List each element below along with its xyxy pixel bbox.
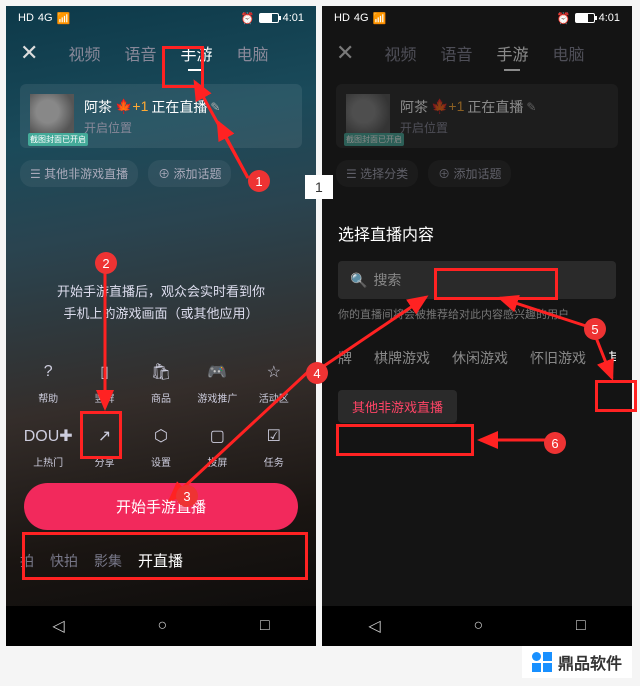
section-title: 选择直播内容 (338, 221, 616, 245)
tab-pc[interactable]: 电脑 (236, 41, 268, 65)
annotation-text: 1 (305, 175, 333, 199)
avatar-badge: 截图封面已开启 (28, 133, 88, 146)
cat-tab-0[interactable]: 牌 (338, 348, 352, 368)
nav-recent-icon[interactable]: □ (576, 617, 586, 635)
dou-icon: DOU✚ (35, 423, 61, 449)
game-icon: 🎮 (204, 359, 230, 385)
search-icon: 🔍 (350, 272, 367, 289)
cast-button[interactable]: ▢投屏 (193, 423, 241, 469)
nav-home-icon[interactable]: ○ (157, 617, 167, 635)
highlight-box-portrait (80, 411, 122, 459)
category-chip[interactable]: ☰ 选择分类 (336, 160, 418, 187)
close-icon[interactable]: ✕ (336, 40, 354, 66)
edit-icon[interactable]: ✎ (210, 100, 220, 114)
icon-row-2: DOU✚上热门↗分享⬡设置▢投屏☑任务 (6, 423, 316, 469)
badge-1: 1 (248, 170, 270, 192)
game-button[interactable]: 🎮游戏推广 (193, 359, 241, 405)
watermark: 鼎品软件 (522, 646, 632, 678)
cast-icon: ▢ (204, 423, 230, 449)
close-icon[interactable]: ✕ (20, 40, 38, 66)
badge-2: 2 (95, 252, 117, 274)
cat-tab-3[interactable]: 怀旧游戏 (530, 348, 586, 368)
search-hint: 你的直播间将会被推荐给对此内容感兴趣的用户 (338, 307, 616, 324)
info-text: 开始手游直播后，观众会实时看到你 手机上的游戏画面（或其他应用） (6, 281, 316, 325)
help-icon: ? (35, 359, 61, 385)
stream-card[interactable]: 截图封面已开启 阿茶🍁+1正在直播 ✎ 开启位置 (20, 84, 302, 148)
category-tabs: 牌 棋牌游戏 休闲游戏 怀旧游戏 其他 (338, 348, 616, 368)
cat-tab-2[interactable]: 休闲游戏 (452, 348, 508, 368)
stream-title: 阿茶🍁+1正在直播 ✎ (84, 97, 292, 117)
portrait-icon: ▯ (92, 359, 118, 385)
cat-tab-1[interactable]: 棋牌游戏 (374, 348, 430, 368)
alarm-icon: ⏰ (241, 12, 255, 25)
hd-badge: HD (18, 12, 34, 24)
highlight-box-tab (162, 46, 204, 88)
highlight-box-result (336, 424, 474, 456)
task-button[interactable]: ☑任务 (250, 423, 298, 469)
nav-back-icon[interactable]: ◁ (368, 616, 380, 636)
highlight-box-title (434, 268, 558, 300)
topic-chip[interactable]: ⊕ 添加话题 (428, 160, 511, 187)
start-stream-button[interactable]: 开始手游直播 (24, 483, 298, 530)
top-tabs: ✕ 视频 语音 手游 电脑 (322, 30, 632, 76)
task-icon: ☑ (261, 423, 287, 449)
clock: 4:01 (283, 12, 304, 24)
avatar: 截图封面已开启 (30, 94, 74, 138)
badge-3: 3 (176, 485, 198, 507)
nav-bar: ◁ ○ □ (6, 606, 316, 646)
stream-card: 截图封面已开启 阿茶🍁+1正在直播✎ 开启位置 (336, 84, 618, 148)
topic-chip[interactable]: ⊕ 添加话题 (148, 160, 231, 187)
activity-button[interactable]: ☆活动区 (250, 359, 298, 405)
badge-4: 4 (306, 362, 328, 384)
stream-location[interactable]: 开启位置 (84, 119, 292, 136)
chips-row: ☰ 其他非游戏直播 ⊕ 添加话题 (6, 156, 316, 191)
shop-icon: 🛍 (148, 359, 174, 385)
settings-icon: ⬡ (148, 423, 174, 449)
nav-home-icon[interactable]: ○ (473, 617, 483, 635)
category-chip[interactable]: ☰ 其他非游戏直播 (20, 160, 138, 187)
nav-recent-icon[interactable]: □ (260, 617, 270, 635)
badge-5: 5 (584, 318, 606, 340)
nav-bar: ◁ ○ □ (322, 606, 632, 646)
tab-voice[interactable]: 语音 (124, 41, 156, 65)
highlight-box-other (595, 380, 637, 412)
settings-button[interactable]: ⬡设置 (137, 423, 185, 469)
activity-icon: ☆ (261, 359, 287, 385)
status-bar: HD4G📶 ⏰ 4:01 (322, 6, 632, 30)
portrait-button[interactable]: ▯竖屏 (81, 359, 129, 405)
shop-button[interactable]: 🛍商品 (137, 359, 185, 405)
watermark-text: 鼎品软件 (558, 650, 622, 674)
tab-video[interactable]: 视频 (68, 41, 100, 65)
net-badge: 4G (38, 12, 53, 24)
help-button[interactable]: ?帮助 (24, 359, 72, 405)
cat-tab-4[interactable]: 其他 (608, 348, 616, 368)
battery-icon (259, 13, 279, 23)
icon-row-1: ?帮助▯竖屏🛍商品🎮游戏推广☆活动区 (6, 359, 316, 405)
nav-back-icon[interactable]: ◁ (52, 616, 64, 636)
highlight-box-start (22, 532, 308, 580)
watermark-logo-icon (532, 652, 552, 672)
status-bar: HD 4G 📶 ⏰ 4:01 (6, 6, 316, 30)
result-chip[interactable]: 其他非游戏直播 (338, 390, 457, 423)
top-tabs: ✕ 视频 语音 手游 电脑 (6, 30, 316, 76)
badge-6: 6 (544, 432, 566, 454)
dou-button[interactable]: DOU✚上热门 (24, 423, 72, 469)
